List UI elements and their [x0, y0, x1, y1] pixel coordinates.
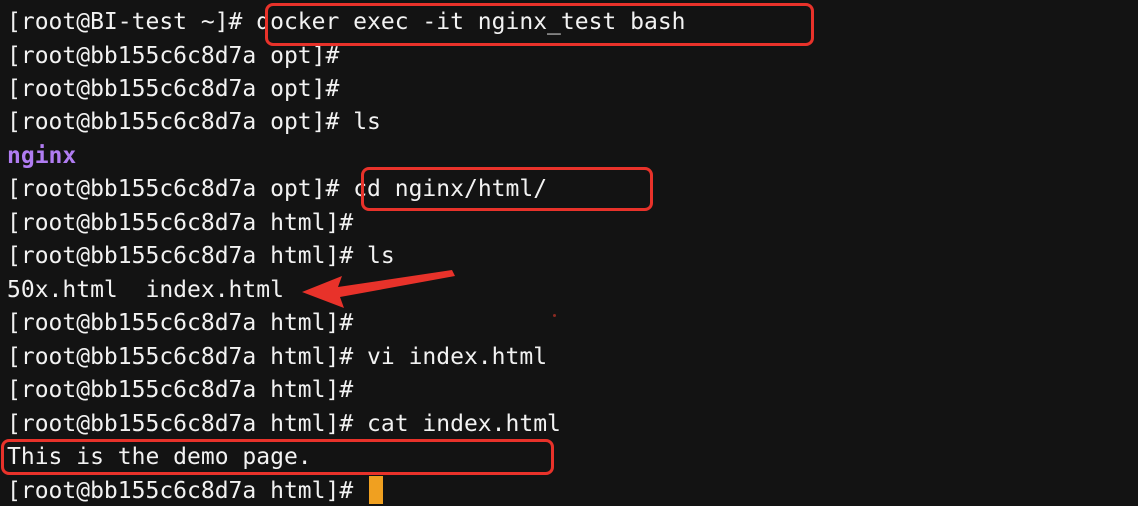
directory-name: nginx — [7, 143, 77, 169]
annotation-arrow-icon — [302, 270, 455, 308]
shell-prompt: [root@bb155c6c8d7a opt]# — [7, 176, 340, 202]
shell-prompt: [root@bb155c6c8d7a html]# — [7, 411, 354, 437]
terminal-line-9: 50x.html index.html — [7, 274, 284, 307]
shell-prompt: [root@bb155c6c8d7a html]# — [7, 377, 354, 403]
command-text: ls — [353, 243, 395, 269]
terminal-line-12: [root@bb155c6c8d7a html]# — [7, 374, 353, 407]
shell-prompt: [root@bb155c6c8d7a opt]# — [7, 43, 340, 69]
highlight-box-cd-command — [361, 167, 653, 211]
command-output: 50x.html index.html — [7, 277, 284, 303]
terminal-line-15[interactable]: [root@bb155c6c8d7a html]# — [7, 475, 384, 506]
shell-prompt: [root@bb155c6c8d7a html]# — [7, 310, 354, 336]
terminal-line-4: [root@bb155c6c8d7a opt]# ls — [7, 106, 381, 139]
command-text: cat index.html — [353, 411, 561, 437]
shell-prompt: [root@bb155c6c8d7a opt]# — [7, 76, 340, 102]
highlight-box-cat-output — [1, 439, 554, 475]
shell-prompt: [root@bb155c6c8d7a html]# — [7, 478, 354, 504]
command-text: vi index.html — [353, 344, 548, 370]
text-cursor[interactable] — [369, 476, 384, 504]
terminal-line-7: [root@bb155c6c8d7a html]# — [7, 207, 353, 240]
highlight-box-docker-exec — [265, 3, 814, 46]
shell-prompt: [root@bb155c6c8d7a html]# — [7, 344, 354, 370]
command-text: ls — [339, 109, 381, 135]
shell-prompt: [root@bb155c6c8d7a html]# — [7, 210, 354, 236]
stray-mark — [553, 314, 556, 317]
terminal-line-11: [root@bb155c6c8d7a html]# vi index.html — [7, 341, 547, 374]
shell-prompt: [root@BI-test ~]# — [7, 9, 243, 35]
terminal-line-5: nginx — [7, 140, 76, 173]
shell-prompt: [root@bb155c6c8d7a html]# — [7, 243, 354, 269]
terminal-line-3: [root@bb155c6c8d7a opt]# — [7, 73, 339, 106]
terminal-window[interactable]: [root@BI-test ~]# docker exec -it nginx_… — [0, 0, 1138, 506]
shell-prompt: [root@bb155c6c8d7a opt]# — [7, 109, 340, 135]
terminal-line-13: [root@bb155c6c8d7a html]# cat index.html — [7, 408, 561, 441]
